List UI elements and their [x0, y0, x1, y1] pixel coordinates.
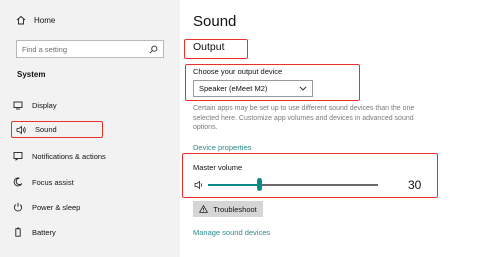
volume-speaker-icon[interactable] — [194, 180, 204, 190]
volume-slider-fill — [208, 184, 259, 186]
output-device-dropdown[interactable]: Speaker (eMeet M2) — [193, 80, 313, 97]
section-label-system: System — [17, 70, 46, 79]
search-icon[interactable] — [149, 45, 158, 54]
power-icon — [12, 201, 24, 213]
warning-icon — [199, 205, 209, 213]
sidebar-item-label: Focus assist — [32, 177, 74, 187]
output-description: Certain apps may be set up to use differ… — [193, 105, 415, 132]
display-icon — [12, 99, 24, 111]
sidebar: Home Find a setting System Display Sound… — [0, 0, 180, 257]
search-placeholder: Find a setting — [22, 44, 68, 54]
home-nav-item[interactable]: Home — [16, 15, 55, 25]
master-volume-label: Master volume — [193, 163, 243, 172]
home-icon — [16, 15, 26, 25]
chevron-down-icon — [299, 86, 307, 91]
device-properties-link[interactable]: Device properties — [193, 143, 251, 152]
troubleshoot-button[interactable]: Troubleshoot — [193, 201, 263, 217]
sidebar-item-label: Sound — [35, 125, 57, 134]
sidebar-item-notifications[interactable]: Notifications & actions — [12, 148, 106, 164]
sidebar-item-sound[interactable]: Sound — [11, 121, 103, 138]
volume-value: 30 — [408, 178, 422, 192]
volume-highlight-box — [182, 153, 438, 198]
speaker-icon — [15, 124, 27, 136]
sidebar-item-label: Power & sleep — [32, 202, 81, 212]
sidebar-item-display[interactable]: Display — [12, 97, 57, 113]
volume-slider-thumb[interactable] — [257, 178, 262, 191]
sidebar-item-power-sleep[interactable]: Power & sleep — [12, 199, 80, 215]
volume-slider-track[interactable] — [208, 184, 378, 186]
choose-output-label: Choose your output device — [193, 67, 283, 76]
home-label: Home — [34, 15, 56, 25]
notifications-icon — [12, 150, 24, 162]
search-input[interactable]: Find a setting — [16, 40, 164, 58]
sidebar-item-label: Battery — [32, 227, 56, 237]
output-heading: Output — [193, 41, 225, 53]
sidebar-item-battery[interactable]: Battery — [12, 224, 56, 240]
sidebar-item-focus-assist[interactable]: Focus assist — [12, 174, 74, 190]
selected-device: Speaker (eMeet M2) — [199, 84, 268, 93]
sidebar-item-label: Notifications & actions — [32, 151, 106, 161]
troubleshoot-label: Troubleshoot — [213, 204, 257, 214]
page-title: Sound — [193, 13, 237, 30]
focus-assist-icon — [12, 176, 24, 188]
sidebar-item-label: Display — [32, 100, 57, 110]
manage-sound-devices-link[interactable]: Manage sound devices — [193, 228, 270, 237]
battery-icon — [12, 226, 24, 238]
